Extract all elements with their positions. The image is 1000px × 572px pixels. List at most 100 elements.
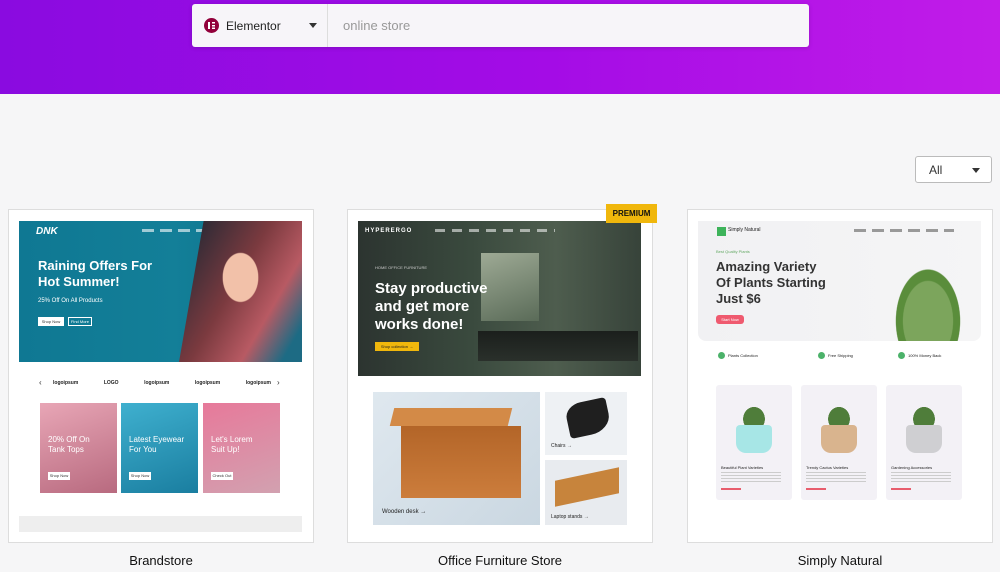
premium-badge: PREMIUM (606, 204, 657, 223)
product-card: Gardening Accessories (886, 385, 962, 500)
natural-logo-text: Simply Natural (728, 227, 761, 233)
stand-shape (555, 467, 619, 507)
brand-logo: logoipsum (53, 380, 79, 386)
product-card: Trendy Cactus Varieties (801, 385, 877, 500)
card-title-office-furniture[interactable]: Office Furniture Store (347, 553, 653, 568)
elementor-logo-icon (204, 18, 219, 33)
headline-line-3: Just $6 (716, 291, 761, 306)
brandstore-footer-preview (19, 516, 302, 532)
wooden-desk-preview: Wooden desk → (373, 392, 540, 525)
shop-now-mini-button: Shop Now (38, 317, 64, 326)
chevron-left-icon: ‹ (39, 378, 42, 387)
builder-select[interactable]: Elementor (192, 4, 328, 47)
headline-line-2: Hot Summer! (38, 274, 120, 289)
product-description (891, 472, 951, 482)
filter-selected-value: All (929, 162, 943, 177)
product-description (806, 472, 866, 482)
succulent-plant-image (878, 241, 978, 341)
laptop-stands-caption: Laptop stands → (551, 514, 589, 520)
template-card-brandstore[interactable]: DNK Raining Offers For Hot Summer! 25% O… (8, 209, 314, 543)
plant-leaves (820, 398, 858, 428)
office-desk-image (478, 331, 638, 361)
promo-tile: Let's Lorem Suit Up! Check Out (203, 403, 280, 493)
chair-shape (563, 397, 613, 439)
feature-label: 100% Money Back (908, 353, 942, 358)
product-title: Beautiful Plant Varieties (721, 465, 764, 470)
feature-item: Plants Collection (718, 352, 758, 359)
headline-line-2: and get more (375, 298, 470, 315)
natural-headline: Amazing Variety Of Plants Starting Just … (716, 259, 826, 307)
feature-label: Plants Collection (728, 353, 758, 358)
headline-line-2: Of Plants Starting (716, 275, 826, 290)
leaf-logo-icon (717, 227, 726, 236)
plant-leaves (735, 398, 773, 428)
headline-line-1: Raining Offers For (38, 258, 153, 273)
tile-line-1: Let's Lorem (211, 435, 253, 444)
category-filter-select[interactable]: All (915, 156, 992, 183)
chevron-down-icon (972, 168, 980, 173)
tile-line-1: 20% Off On (48, 435, 90, 444)
feature-icon (718, 352, 725, 359)
brandstore-model-image (179, 221, 302, 362)
tile-line-2: Tank Tops (48, 445, 84, 454)
desk-front-shape (401, 426, 521, 498)
feature-label: Free Shipping (828, 353, 853, 358)
builder-select-label: Elementor (226, 18, 281, 33)
office-nav (435, 229, 555, 232)
search-input[interactable] (328, 4, 809, 47)
office-window-image (481, 253, 539, 321)
office-logo: HYPERERGO (365, 228, 413, 234)
product-description (721, 472, 781, 482)
product-card: Beautiful Plant Varieties (716, 385, 792, 500)
brand-logo: logoipsum (245, 380, 271, 386)
template-card-simply-natural[interactable]: Simply Natural Best Quality Plants Amazi… (687, 209, 993, 543)
plant-leaves (905, 398, 943, 428)
product-title: Gardening Accessories (891, 465, 933, 470)
brand-logos-row: logoipsum LOGO logoipsum logoipsum logoi… (53, 380, 271, 386)
tile-button: Shop Now (48, 472, 70, 480)
natural-kicker: Best Quality Plants (716, 249, 750, 254)
office-hero-preview: HYPERERGO HOME OFFICE FURNITURE Stay pro… (358, 221, 641, 376)
feature-icon (818, 352, 825, 359)
tile-line-2: For You (129, 445, 157, 454)
brandstore-subtext: 25% Off On All Products (38, 298, 103, 304)
plant-pot (906, 425, 942, 453)
product-price (806, 488, 826, 490)
product-price (891, 488, 911, 490)
wooden-desk-caption: Wooden desk → (382, 509, 427, 515)
plant-pot (736, 425, 772, 453)
brandstore-hero-preview: DNK Raining Offers For Hot Summer! 25% O… (19, 221, 302, 362)
product-price (721, 488, 741, 490)
office-headline: Stay productive and get more works done! (375, 280, 488, 334)
product-title: Trendy Cactus Varieties (806, 465, 849, 470)
feature-item: 100% Money Back (898, 352, 941, 359)
plant-pot (821, 425, 857, 453)
office-kicker: HOME OFFICE FURNITURE (375, 265, 427, 270)
brand-logo: logoipsum (144, 380, 170, 386)
tile-button: Check Out (211, 472, 233, 480)
desk-top-shape (389, 408, 513, 426)
chairs-caption: Chairs → (551, 443, 572, 449)
headline-line-1: Amazing Variety (716, 259, 817, 274)
chevron-down-icon (309, 23, 317, 28)
headline-line-3: works done! (375, 316, 464, 333)
laptop-stands-preview: Laptop stands → (545, 460, 627, 525)
brandstore-headline: Raining Offers For Hot Summer! (38, 258, 152, 290)
feature-icon (898, 352, 905, 359)
tile-line-2: Suit Up! (211, 445, 240, 454)
feature-item: Free Shipping (818, 352, 853, 359)
natural-nav (854, 229, 954, 232)
tile-line-1: Latest Eyewear (129, 435, 185, 444)
card-title-brandstore[interactable]: Brandstore (8, 553, 314, 568)
promo-tile: 20% Off On Tank Tops Shop Now (40, 403, 117, 493)
brand-logo: logoipsum (194, 380, 221, 386)
brand-logo: LOGO (103, 380, 119, 386)
chevron-right-icon: › (277, 378, 280, 387)
template-search-bar: Elementor (192, 4, 809, 47)
shop-collection-mini-button: Shop collection → (375, 342, 419, 351)
brandstore-logo: DNK (36, 226, 58, 237)
card-title-simply-natural[interactable]: Simply Natural (687, 553, 993, 568)
template-card-office-furniture[interactable]: HYPERERGO HOME OFFICE FURNITURE Stay pro… (347, 209, 653, 543)
start-now-mini-button: Start Now (716, 315, 744, 324)
promo-tile: Latest Eyewear For You Shop Now (121, 403, 198, 493)
